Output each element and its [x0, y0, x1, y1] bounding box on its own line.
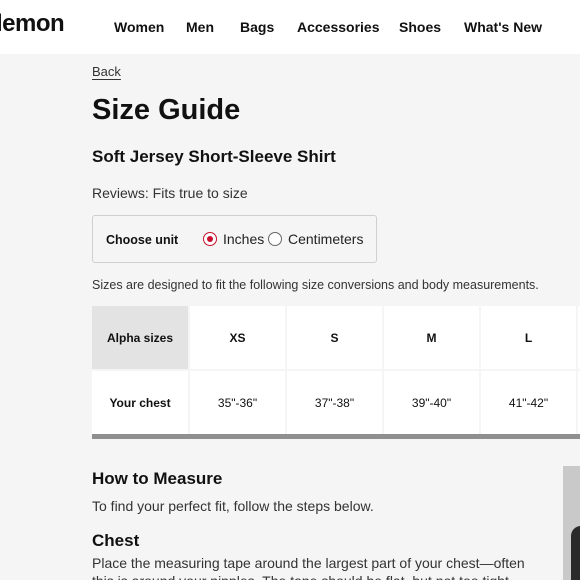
- chest-l-value: 41"-42": [481, 371, 576, 434]
- product-name: Soft Jersey Short-Sleeve Shirt: [92, 147, 336, 166]
- your-chest-header: Your chest: [92, 371, 188, 434]
- reviews-text: Reviews: Fits true to size: [92, 185, 248, 201]
- back-link[interactable]: Back: [92, 64, 121, 79]
- chest-s-value: 37"-38": [287, 371, 382, 434]
- nav-bags[interactable]: Bags: [240, 19, 274, 35]
- size-s-header: S: [287, 306, 382, 369]
- chest-m-value: 39"-40": [384, 371, 479, 434]
- unit-centimeters-label: Centimeters: [288, 231, 364, 247]
- radio-centimeters[interactable]: [268, 232, 282, 246]
- main-nav: Women Men Bags Accessories Shoes What's …: [0, 19, 580, 37]
- radio-inches[interactable]: [203, 232, 217, 246]
- unit-inches-label: Inches: [223, 231, 265, 247]
- table-scrollbar[interactable]: [92, 434, 580, 439]
- top-header: lemon Women Men Bags Accessories Shoes W…: [0, 0, 580, 54]
- unit-selector: Choose unit Inches Centimeters: [92, 215, 377, 263]
- page-title: Size Guide: [92, 94, 241, 126]
- chest-title: Chest: [92, 531, 140, 550]
- chest-instructions: Place the measuring tape around the larg…: [92, 555, 525, 580]
- nav-shoes[interactable]: Shoes: [399, 19, 441, 35]
- unit-label: Choose unit: [106, 233, 179, 247]
- size-l-header: L: [481, 306, 576, 369]
- how-to-measure-subtitle: To find your perfect fit, follow the ste…: [92, 498, 374, 514]
- model-figure: [571, 526, 580, 580]
- alpha-sizes-header: Alpha sizes: [92, 306, 188, 369]
- size-m-header: M: [384, 306, 479, 369]
- conversion-note: Sizes are designed to fit the following …: [92, 278, 539, 292]
- nav-men[interactable]: Men: [186, 19, 214, 35]
- nav-accessories[interactable]: Accessories: [297, 19, 380, 35]
- size-table: Alpha sizes XS S M L Your chest 35"-36" …: [92, 306, 580, 440]
- measurement-photo: [563, 466, 580, 580]
- nav-women[interactable]: Women: [114, 19, 164, 35]
- nav-whats-new[interactable]: What's New: [464, 19, 542, 35]
- how-to-measure-title: How to Measure: [92, 469, 223, 488]
- size-xs-header: XS: [190, 306, 285, 369]
- chest-xs-value: 35"-36": [190, 371, 285, 434]
